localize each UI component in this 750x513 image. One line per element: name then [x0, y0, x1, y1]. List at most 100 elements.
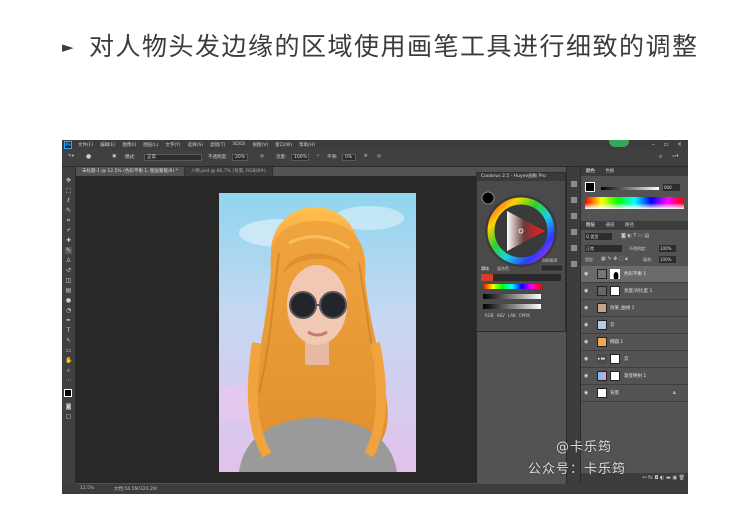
- visibility-eye-icon[interactable]: ◉: [584, 322, 588, 328]
- visibility-eye-icon[interactable]: ◉: [584, 288, 588, 294]
- type-tool-icon[interactable]: T: [65, 327, 72, 334]
- eraser-tool-icon[interactable]: ◫: [65, 277, 72, 284]
- visibility-eye-icon[interactable]: ◉: [584, 339, 588, 345]
- fg-bg-swatch[interactable]: [585, 182, 595, 192]
- maximize-icon[interactable]: ▫: [664, 141, 668, 148]
- pressure-opacity-icon[interactable]: ◎: [260, 154, 264, 159]
- airbrush-icon[interactable]: ✧: [316, 154, 320, 159]
- adjustments-panel-icon[interactable]: [571, 213, 577, 219]
- history-panel-icon[interactable]: [571, 181, 577, 187]
- menu-item[interactable]: 文件(F): [78, 142, 93, 148]
- tab-layers[interactable]: 图层: [586, 223, 595, 228]
- layer-row[interactable]: ◉ 效果_曲线 1: [581, 300, 688, 317]
- visibility-eye-icon[interactable]: ◉: [584, 390, 588, 396]
- mode-cmyk[interactable]: CMYK: [519, 313, 530, 318]
- layer-mask-thumb[interactable]: [610, 286, 620, 296]
- more-tools-icon[interactable]: ⋯: [65, 377, 72, 384]
- search-icon[interactable]: ⌕: [659, 153, 662, 161]
- add-mask-icon[interactable]: ◘: [654, 475, 658, 481]
- mode-hsv[interactable]: HSV: [497, 313, 505, 318]
- pressure-size-icon[interactable]: ◎: [377, 154, 381, 159]
- gradient-tool-icon[interactable]: ▤: [65, 287, 72, 294]
- properties-panel-icon[interactable]: [571, 197, 577, 203]
- paragraph-panel-icon[interactable]: [571, 261, 577, 267]
- layer-row[interactable]: ◉ 椭圆 1: [581, 334, 688, 351]
- brush-tool-icon[interactable]: ✎▾: [68, 154, 74, 159]
- brush-preset-icon[interactable]: ●: [86, 153, 91, 160]
- visibility-eye-icon[interactable]: ◉: [584, 373, 588, 379]
- color-hex-field[interactable]: 000: [663, 184, 680, 191]
- blur-tool-icon[interactable]: ●: [65, 297, 72, 304]
- menu-item[interactable]: 3D(D): [232, 142, 245, 148]
- trash-icon[interactable]: 🗑︎: [679, 475, 685, 481]
- marquee-tool-icon[interactable]: ⬚: [65, 187, 72, 194]
- opacity-input[interactable]: 20%: [232, 154, 248, 161]
- status-zoom[interactable]: 12.5%: [80, 486, 94, 491]
- folder-icon[interactable]: ▸▬: [597, 354, 607, 364]
- flow-input[interactable]: 100%: [291, 154, 309, 161]
- value-slider[interactable]: [601, 187, 659, 190]
- foreground-color-swatch[interactable]: [64, 389, 72, 397]
- smooth-input[interactable]: 0%: [342, 154, 356, 161]
- character-panel-icon[interactable]: [571, 245, 577, 251]
- layer-row[interactable]: ◉ 亮度/对比度 1: [581, 283, 688, 300]
- adjustment-layer-icon[interactable]: ◐: [660, 475, 664, 481]
- fx-icon[interactable]: fx: [648, 475, 653, 481]
- link-layers-icon[interactable]: ⚯: [642, 475, 646, 481]
- menu-item[interactable]: 编辑(E): [100, 142, 115, 148]
- menu-item[interactable]: 滤镜(T): [210, 142, 225, 148]
- visibility-eye-icon[interactable]: ◉: [584, 305, 588, 311]
- history-brush-icon[interactable]: ↺: [65, 267, 72, 274]
- layer-fill-input[interactable]: 100%: [659, 256, 676, 263]
- path-select-icon[interactable]: ↖: [65, 337, 72, 344]
- mode-rgb[interactable]: RGB: [485, 313, 494, 318]
- visibility-eye-icon[interactable]: ◉: [584, 356, 588, 362]
- layer-lock-icons[interactable]: ▦ ✎ ✥ ⬚ 🔒︎: [601, 256, 628, 262]
- layer-mask-thumb[interactable]: [610, 269, 620, 279]
- color-tab-slider[interactable]: 滑块: [481, 266, 489, 272]
- layer-mask-thumb[interactable]: [610, 354, 620, 364]
- coolorus-hex[interactable]: 000000: [542, 258, 557, 263]
- tab-swatches[interactable]: 色板: [605, 169, 614, 174]
- move-tool-icon[interactable]: ✥: [65, 177, 72, 184]
- shape-tool-icon[interactable]: ▭: [65, 347, 72, 354]
- menu-item[interactable]: 窗口(W): [275, 142, 292, 148]
- dodge-tool-icon[interactable]: ◔: [65, 307, 72, 314]
- color-wheel[interactable]: [477, 181, 565, 331]
- minimize-icon[interactable]: –: [652, 141, 655, 148]
- mode-select[interactable]: 正常: [144, 154, 202, 161]
- tab-color[interactable]: 颜色: [586, 169, 595, 174]
- menu-item[interactable]: 文字(Y): [165, 142, 180, 148]
- layer-blend-mode[interactable]: 正常: [585, 245, 622, 252]
- layer-mask-thumb[interactable]: [610, 371, 620, 381]
- layer-row[interactable]: ◉ 背景 🔒︎: [581, 385, 688, 402]
- crop-tool-icon[interactable]: ⌗: [65, 217, 72, 224]
- menu-item[interactable]: 帮助(H): [299, 142, 315, 148]
- visibility-eye-icon[interactable]: ◉: [584, 271, 588, 277]
- layer-filter-icons[interactable]: ◙ ◐ T ▭ ▤: [621, 233, 649, 239]
- new-group-icon[interactable]: ▬: [666, 475, 671, 481]
- close-icon[interactable]: ×: [677, 141, 682, 148]
- mode-lab[interactable]: LAB: [508, 313, 516, 318]
- pen-tool-icon[interactable]: ✒: [65, 317, 72, 324]
- layer-row[interactable]: ◉ 色彩平衡 1: [581, 266, 688, 283]
- healing-brush-icon[interactable]: ✚: [65, 237, 72, 244]
- quick-mask-icon[interactable]: ◙: [65, 403, 72, 410]
- tab-person[interactable]: 人物.psd @ 66.7% (背景, RGB/8#): [184, 167, 273, 176]
- layer-row[interactable]: ◉ 渐变映射 1: [581, 368, 688, 385]
- stamp-tool-icon[interactable]: ♙: [65, 257, 72, 264]
- menu-item[interactable]: 视图(V): [253, 142, 269, 148]
- tab-untitled[interactable]: 未标题-1 @ 12.5% (色彩平衡 1, 图层蒙版/8) *: [76, 167, 185, 176]
- document-canvas-image[interactable]: [219, 193, 416, 472]
- quick-select-icon[interactable]: ✎: [65, 207, 72, 214]
- zoom-tool-icon[interactable]: ⌕: [65, 367, 72, 374]
- brush-panel-icon[interactable]: ▣: [112, 154, 116, 159]
- new-layer-icon[interactable]: ▣: [672, 475, 677, 481]
- layer-opacity-input[interactable]: 100%: [659, 245, 676, 252]
- menu-item[interactable]: 选择(S): [188, 142, 203, 148]
- layer-row[interactable]: ◉ ▸▬ 云: [581, 351, 688, 368]
- layer-filter-kind[interactable]: Q 类型: [585, 233, 612, 240]
- tab-channels[interactable]: 通道: [605, 223, 614, 228]
- menu-item[interactable]: 图像(I): [122, 142, 136, 148]
- screen-mode-icon[interactable]: ▢: [65, 413, 72, 420]
